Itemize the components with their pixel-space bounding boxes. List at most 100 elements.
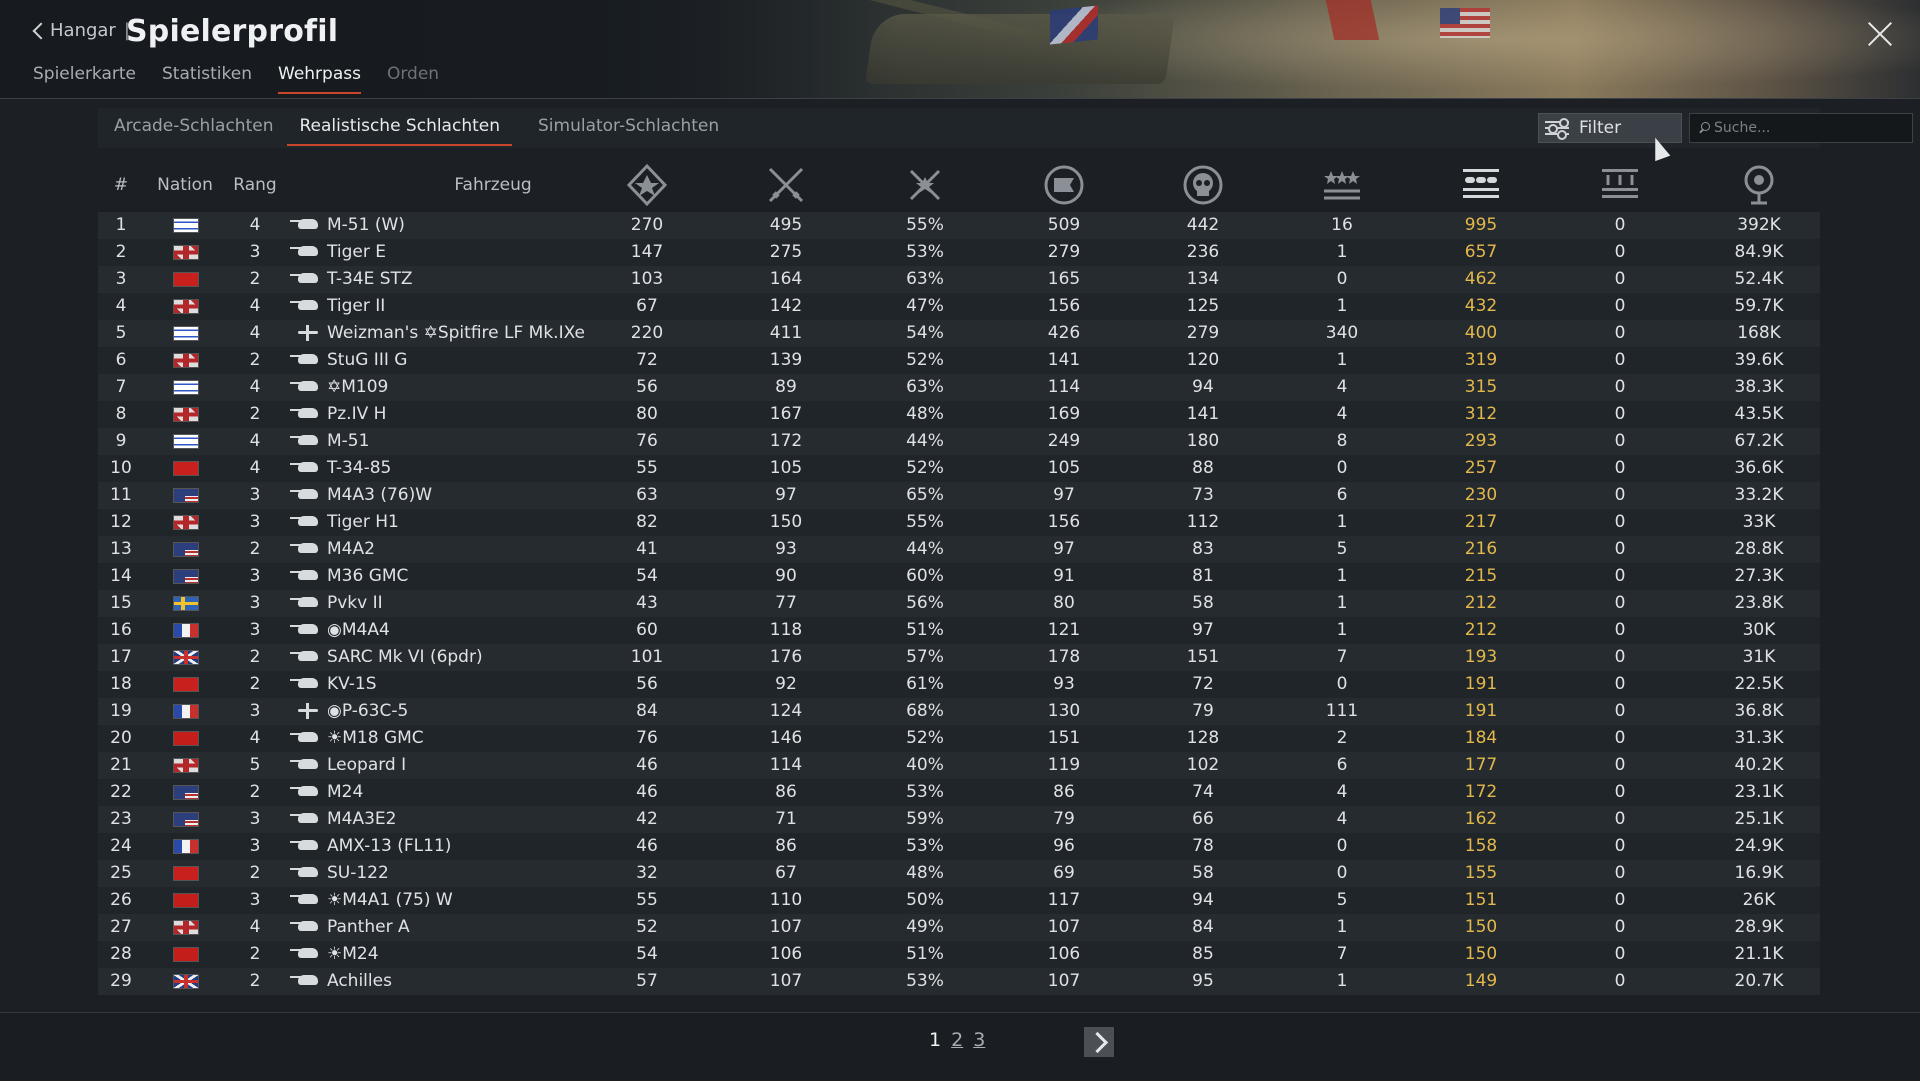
table-row[interactable]: 21 5 Leopard I 46 114 40% 119 102 6 177 0 40.2K xyxy=(98,752,1820,779)
stat-ground-kills: 230 xyxy=(1464,485,1498,505)
table-row[interactable]: 28 2 ☀M24 54 106 51% 106 85 7 150 0 21.1K xyxy=(98,941,1820,968)
search-input[interactable] xyxy=(1714,120,1904,136)
flag-france-icon xyxy=(173,623,199,638)
stat-victories: 107 xyxy=(769,917,803,937)
flag-israel-icon xyxy=(173,380,199,395)
table-row[interactable]: 20 4 ☀M18 GMC 76 146 52% 151 128 2 184 0 31.3K xyxy=(98,725,1820,752)
stat-victories: 67 xyxy=(775,863,797,883)
table-row[interactable]: 5 4 Weizman's ✡Spitfire LF Mk.IXe 220 411 54%… xyxy=(98,320,1820,347)
vehicle-name: Achilles xyxy=(327,971,392,991)
table-row[interactable]: 15 3 Pvkv II 43 77 56% 80 58 1 212 0 23.8K xyxy=(98,590,1820,617)
tab-statistiken[interactable]: Statistiken xyxy=(162,64,252,94)
col-air-kills[interactable] xyxy=(1307,158,1377,212)
stat-victories: 164 xyxy=(769,269,803,289)
page-link-1[interactable]: 1 xyxy=(929,1029,941,1051)
table-row[interactable]: 27 4 Panther A 52 107 49% 107 84 1 150 0 28.9K xyxy=(98,914,1820,941)
stat-battles: 101 xyxy=(630,647,664,667)
flag-israel-icon xyxy=(173,434,199,449)
flag-usa-icon xyxy=(173,542,199,557)
tank-icon xyxy=(290,273,318,283)
tab-wehrpass[interactable]: Wehrpass xyxy=(278,64,361,94)
pagination: 123 xyxy=(929,1029,985,1051)
table-row[interactable]: 25 2 SU-122 32 67 48% 69 58 0 155 0 16.9K xyxy=(98,860,1820,887)
table-row[interactable]: 22 2 M24 46 86 53% 86 74 4 172 0 23.1K xyxy=(98,779,1820,806)
table-row[interactable]: 23 3 M4A3E2 42 71 59% 79 66 4 162 0 25.1K xyxy=(98,806,1820,833)
stat-experience: 24.9K xyxy=(1734,836,1784,856)
table-row[interactable]: 12 3 Tiger H1 82 150 55% 156 112 1 217 0 33K xyxy=(98,509,1820,536)
col-victories[interactable] xyxy=(751,158,821,212)
col-experience[interactable] xyxy=(1724,158,1794,212)
vehicle-name: SARC Mk VI (6pdr) xyxy=(327,647,483,667)
row-rank: 4 xyxy=(249,215,261,235)
table-row[interactable]: 16 3 ◉M4A4 60 118 51% 121 97 1 212 0 30K xyxy=(98,617,1820,644)
stat-ground-kills: 319 xyxy=(1464,350,1498,370)
col-respawns[interactable] xyxy=(1029,158,1099,212)
table-row[interactable]: 19 3 ◉P-63C-5 84 124 68% 130 79 111 191 0 36.8K xyxy=(98,698,1820,725)
page-link-2[interactable]: 2 xyxy=(951,1029,963,1051)
table-row[interactable]: 4 4 Tiger II 67 142 47% 156 125 1 432 0 59.7K xyxy=(98,293,1820,320)
table-row[interactable]: 17 2 SARC Mk VI (6pdr) 101 176 57% 178 151 7 193 0… xyxy=(98,644,1820,671)
row-number: 2 xyxy=(115,242,127,262)
stat-ground-kills: 257 xyxy=(1464,458,1498,478)
row-rank: 3 xyxy=(249,566,261,586)
row-number: 18 xyxy=(110,674,132,694)
table-row[interactable]: 7 4 ✡M109 56 89 63% 114 94 4 315 0 38.3K xyxy=(98,374,1820,401)
table-row[interactable]: 9 4 M-51 76 172 44% 249 180 8 293 0 67.2K xyxy=(98,428,1820,455)
table-row[interactable]: 13 2 M4A2 41 93 44% 97 83 5 216 0 28.8K xyxy=(98,536,1820,563)
vehicle-name: KV-1S xyxy=(327,674,377,694)
col-battles[interactable] xyxy=(612,158,682,212)
flag-britain-icon xyxy=(173,974,199,989)
row-rank: 2 xyxy=(249,269,261,289)
table-row[interactable]: 26 3 ☀M4A1 (75) W 55 110 50% 117 94 5 151 0 26K xyxy=(98,887,1820,914)
col-number[interactable]: # xyxy=(108,158,134,212)
stat-respawns: 79 xyxy=(1053,809,1075,829)
next-page-button[interactable] xyxy=(1084,1027,1114,1057)
stat-experience: 23.8K xyxy=(1734,593,1784,613)
stat-deaths: 128 xyxy=(1186,728,1220,748)
stat-respawns: 249 xyxy=(1047,431,1081,451)
table-body: 1 4 M-51 (W) 270 495 55% 509 442 16 995 0 392K 2 3 Tig… xyxy=(98,212,1820,995)
stat-win-rate: 52% xyxy=(906,350,944,370)
tank-icon xyxy=(290,840,318,850)
stat-respawns: 121 xyxy=(1047,620,1081,640)
crossed-swords-icon xyxy=(764,163,808,207)
stat-experience: 67.2K xyxy=(1734,431,1784,451)
table-row[interactable]: 14 3 M36 GMC 54 90 60% 91 81 1 215 0 27.3K xyxy=(98,563,1820,590)
table-row[interactable]: 10 4 T-34-85 55 105 52% 105 88 0 257 0 36.6K xyxy=(98,455,1820,482)
table-row[interactable]: 29 2 Achilles 57 107 53% 107 95 1 149 0 20.7K xyxy=(98,968,1820,995)
tab-orden[interactable]: Orden xyxy=(387,64,439,94)
col-vehicle[interactable]: Fahrzeug xyxy=(398,158,588,212)
table-row[interactable]: 3 2 T-34E STZ 103 164 63% 165 134 0 462 0 52.4K xyxy=(98,266,1820,293)
stat-air-kills: 6 xyxy=(1336,485,1348,505)
flag-ussr-icon xyxy=(173,272,199,287)
back-to-hangar-link[interactable]: Hangar | xyxy=(32,20,130,41)
mode-tab-realistische-schlachten[interactable]: Realistische Schlachten xyxy=(287,116,512,146)
col-nation[interactable]: Nation xyxy=(150,158,220,212)
stat-ground-kills: 155 xyxy=(1464,863,1498,883)
tank-icon xyxy=(290,624,318,634)
stat-naval-kills: 0 xyxy=(1614,674,1626,694)
table-row[interactable]: 6 2 StuG III G 72 139 52% 141 120 1 319 0 39.6K xyxy=(98,347,1820,374)
stat-battles: 42 xyxy=(636,809,658,829)
table-row[interactable]: 2 3 Tiger E 147 275 53% 279 236 1 657 0 84.9K xyxy=(98,239,1820,266)
table-row[interactable]: 8 2 Pz.IV H 80 167 48% 169 141 4 312 0 43.5K xyxy=(98,401,1820,428)
stat-naval-kills: 0 xyxy=(1614,350,1626,370)
table-row[interactable]: 24 3 AMX-13 (FL11) 46 86 53% 96 78 0 158 0 24.9K xyxy=(98,833,1820,860)
col-ground-kills[interactable] xyxy=(1446,158,1516,212)
page-link-3[interactable]: 3 xyxy=(973,1029,985,1051)
col-naval-kills[interactable] xyxy=(1585,158,1655,212)
col-rank[interactable]: Rang xyxy=(230,158,280,212)
tank-icon xyxy=(290,489,318,499)
table-row[interactable]: 18 2 KV-1S 56 92 61% 93 72 0 191 0 22.5K xyxy=(98,671,1820,698)
mode-tab-arcade-schlachten[interactable]: Arcade-Schlachten xyxy=(114,116,273,146)
col-deaths[interactable] xyxy=(1168,158,1238,212)
tab-spielerkarte[interactable]: Spielerkarte xyxy=(33,64,136,94)
table-row[interactable]: 11 3 M4A3 (76)W 63 97 65% 97 73 6 230 0 33.2K xyxy=(98,482,1820,509)
close-button[interactable] xyxy=(1866,20,1894,48)
stat-victories: 90 xyxy=(775,566,797,586)
stat-naval-kills: 0 xyxy=(1614,647,1626,667)
stat-battles: 43 xyxy=(636,593,658,613)
mode-tab-simulator-schlachten[interactable]: Simulator-Schlachten xyxy=(538,116,719,146)
col-win-rate[interactable] xyxy=(890,158,960,212)
table-row[interactable]: 1 4 M-51 (W) 270 495 55% 509 442 16 995 0 392K xyxy=(98,212,1820,239)
